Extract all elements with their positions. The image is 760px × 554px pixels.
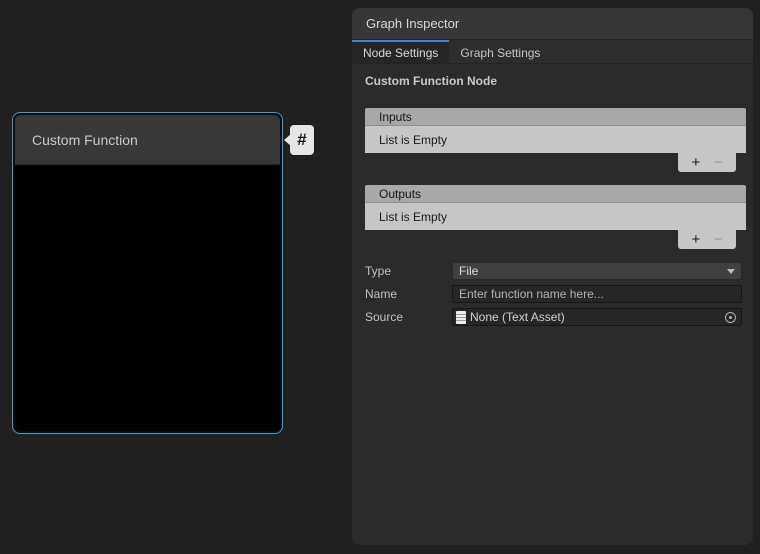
object-picker-button[interactable] (722, 309, 738, 325)
outputs-list-footer-row: + − (365, 230, 746, 249)
chevron-down-icon (727, 269, 735, 274)
node-hash-badge[interactable]: # (290, 125, 314, 155)
tab-label: Graph Settings (460, 46, 540, 60)
type-label: Type (365, 264, 452, 278)
source-label: Source (365, 310, 452, 324)
tab-node-settings[interactable]: Node Settings (352, 40, 449, 63)
object-picker-icon (725, 312, 736, 323)
name-row: Name (365, 285, 746, 303)
remove-output-button[interactable]: − (714, 230, 723, 249)
inputs-list-empty-row: List is Empty (365, 126, 746, 153)
inputs-list-header: Inputs (365, 108, 746, 126)
tab-graph-settings[interactable]: Graph Settings (449, 40, 551, 63)
outputs-list-footer: + − (678, 230, 736, 249)
outputs-list-empty-row: List is Empty (365, 203, 746, 230)
type-dropdown-value: File (459, 264, 478, 278)
inputs-list-footer: + − (678, 153, 736, 172)
add-output-button[interactable]: + (691, 230, 700, 249)
name-label: Name (365, 287, 452, 301)
function-name-input[interactable] (452, 285, 742, 303)
hash-icon: # (297, 130, 306, 150)
empty-text: List is Empty (379, 210, 447, 224)
tab-label: Node Settings (363, 46, 438, 60)
add-input-button[interactable]: + (691, 153, 700, 172)
remove-input-button[interactable]: − (714, 153, 723, 172)
source-object-field[interactable]: None (Text Asset) (452, 308, 742, 326)
node-title[interactable]: Custom Function (15, 115, 280, 165)
inputs-list: Inputs List is Empty + − (365, 108, 746, 172)
node-body: Custom Function (15, 115, 280, 431)
empty-text: List is Empty (379, 133, 447, 147)
panel-header: Graph Inspector (352, 8, 753, 40)
type-row: Type File (365, 262, 746, 280)
tab-bar: Node Settings Graph Settings (352, 40, 753, 64)
panel-title: Graph Inspector (366, 16, 459, 31)
property-rows: Type File Name Source None (Text Asset) (365, 262, 746, 326)
inspector-content: Custom Function Node Inputs List is Empt… (352, 64, 753, 326)
source-row: Source None (Text Asset) (365, 308, 746, 326)
section-title: Custom Function Node (365, 74, 746, 88)
outputs-list-header: Outputs (365, 185, 746, 203)
badge-tail-icon (284, 134, 291, 146)
custom-function-node[interactable]: Custom Function (12, 112, 283, 434)
type-dropdown[interactable]: File (452, 262, 742, 280)
graph-inspector-panel: Graph Inspector Node Settings Graph Sett… (352, 8, 753, 545)
source-object-value: None (Text Asset) (470, 310, 565, 324)
text-asset-icon (456, 311, 466, 324)
outputs-list: Outputs List is Empty + − (365, 185, 746, 249)
inputs-list-footer-row: + − (365, 153, 746, 172)
